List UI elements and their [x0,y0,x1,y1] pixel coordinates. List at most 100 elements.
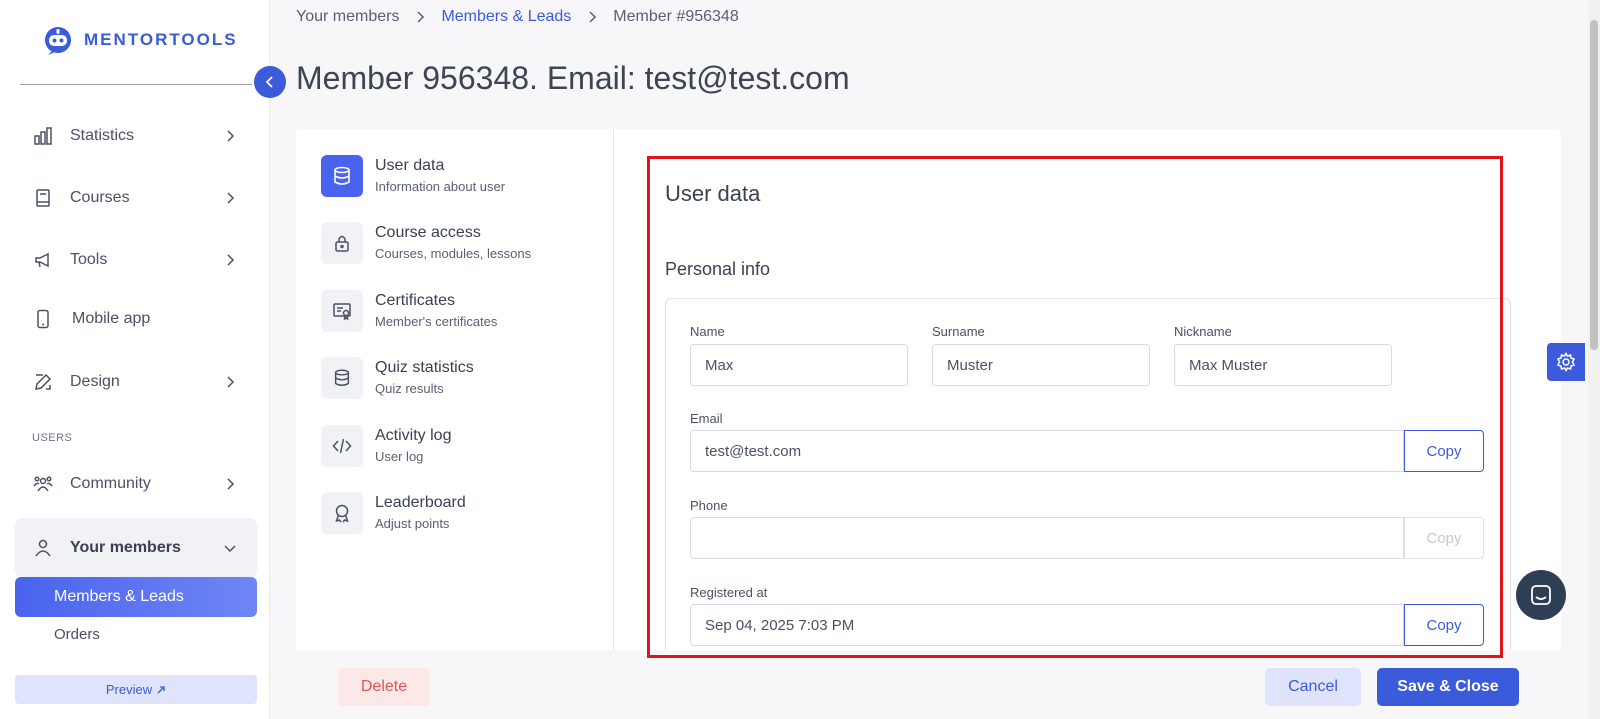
scrollbar-thumb[interactable] [1590,20,1598,350]
tab-title: Quiz statistics [375,359,474,376]
users-section-label: USERS [32,432,73,444]
tab-subtitle: Quiz results [375,381,444,396]
chevron-right-icon [227,130,235,142]
sidebar-item-tools[interactable]: Tools [16,238,256,282]
tab-quiz-statistics[interactable]: Quiz statistics Quiz results [321,357,601,409]
nickname-input[interactable]: Max Muster [1174,344,1392,386]
sidebar-item-label: Tools [70,251,108,268]
brand-name: MENTORTOOLS [84,30,238,49]
sidebar: MENTORTOOLS Statistics Courses Tools Mob… [0,0,270,719]
megaphone-icon [32,249,54,271]
registered-input-group: Sep 04, 2025 7:03 PM Copy [690,604,1484,646]
tab-certificates[interactable]: Certificates Member's certificates [321,290,601,342]
name-label: Name [690,324,725,339]
sidebar-item-label: Design [70,373,120,390]
sidebar-item-label: Statistics [70,127,135,144]
sidebar-item-community[interactable]: Community [16,462,256,506]
phone-icon [32,308,54,330]
breadcrumb-current: Member #956348 [613,8,739,25]
save-close-button[interactable]: Save & Close [1377,668,1519,706]
page-scrollbar[interactable] [1588,0,1600,719]
certificate-icon [321,290,363,332]
external-link-icon [157,685,165,693]
chat-button[interactable] [1516,570,1566,620]
brand-logo[interactable]: MENTORTOOLS [42,24,238,56]
chevron-right-icon [417,11,425,23]
book-icon [32,187,54,209]
sidebar-item-label: Your members [70,539,181,556]
lock-icon [321,222,363,264]
sidebar-item-courses[interactable]: Courses [16,176,256,220]
breadcrumb-your-members[interactable]: Your members [296,8,399,26]
sidebar-divider [20,84,252,85]
preview-label: Preview [105,682,153,697]
tab-subtitle: Courses, modules, lessons [375,246,532,261]
phone-input[interactable] [690,517,1404,559]
sidebar-item-label: Community [70,475,151,492]
bar-chart-icon [32,125,54,147]
chevron-right-icon [227,376,235,388]
email-label: Email [690,411,723,426]
sidebar-subitem-members-leads[interactable]: Members & Leads [15,577,257,617]
robot-logo-icon [45,27,72,55]
chevron-down-icon [224,545,236,553]
section-title-personal-info: Personal info [665,259,771,279]
pencil-icon [32,371,54,393]
sidebar-item-label: Courses [70,189,130,206]
tab-subtitle: Member's certificates [375,314,498,329]
code-icon [321,425,363,467]
database-icon [321,155,363,197]
sidebar-item-mobile-app[interactable]: Mobile app [16,297,256,341]
tab-leaderboard[interactable]: Leaderboard Adjust points [321,492,601,544]
panel-title: User data [665,181,761,206]
sidebar-collapse-button[interactable] [254,66,286,98]
registered-copy-button[interactable]: Copy [1404,604,1484,646]
database-icon [321,357,363,399]
tab-subtitle: Information about user [375,179,506,194]
sidebar-subitem-orders[interactable]: Orders [54,626,100,643]
chevron-left-icon [265,76,273,88]
tab-title: Activity log [375,427,452,444]
tab-title: Certificates [375,292,456,309]
email-copy-button[interactable]: Copy [1404,430,1484,472]
user-icon [32,537,54,559]
delete-button[interactable]: Delete [338,668,430,706]
member-tabs: User data Information about user Course a… [296,129,614,719]
community-icon [32,473,54,495]
chat-icon [1531,585,1551,605]
phone-copy-button[interactable]: Copy [1404,517,1484,559]
sidebar-item-label: Mobile app [72,310,151,327]
settings-button[interactable] [1547,343,1585,381]
sidebar-item-statistics[interactable]: Statistics [16,114,256,158]
breadcrumb: Your members Members & Leads Member #956… [296,8,739,26]
phone-label: Phone [690,498,728,513]
gear-icon [1556,352,1576,372]
tab-title: User data [375,157,445,174]
chevron-right-icon [227,478,235,490]
surname-label: Surname [932,324,985,339]
tab-course-access[interactable]: Course access Courses, modules, lessons [321,222,601,274]
chevron-right-icon [227,254,235,266]
email-input-group: test@test.com Copy [690,430,1484,472]
sidebar-item-your-members[interactable]: Your members [16,526,256,570]
surname-input[interactable]: Muster [932,344,1150,386]
registered-input[interactable]: Sep 04, 2025 7:03 PM [690,604,1404,646]
name-input[interactable]: Max [690,344,908,386]
tab-title: Course access [375,224,481,241]
cancel-button[interactable]: Cancel [1265,668,1361,706]
nickname-label: Nickname [1174,324,1232,339]
chevron-right-icon [227,192,235,204]
tab-activity-log[interactable]: Activity log User log [321,425,601,477]
email-input[interactable]: test@test.com [690,430,1404,472]
tab-subtitle: User log [375,449,424,464]
tab-user-data[interactable]: User data Information about user [321,155,601,207]
award-icon [321,492,363,534]
phone-input-group: Copy [690,517,1484,559]
page-title: Member 956348. Email: test@test.com [296,60,850,96]
registered-label: Registered at [690,585,768,600]
preview-button[interactable]: Preview [15,675,257,704]
chevron-right-icon [589,11,597,23]
tab-title: Leaderboard [375,494,466,511]
sidebar-item-design[interactable]: Design [16,360,256,404]
breadcrumb-members-leads[interactable]: Members & Leads [441,8,571,26]
